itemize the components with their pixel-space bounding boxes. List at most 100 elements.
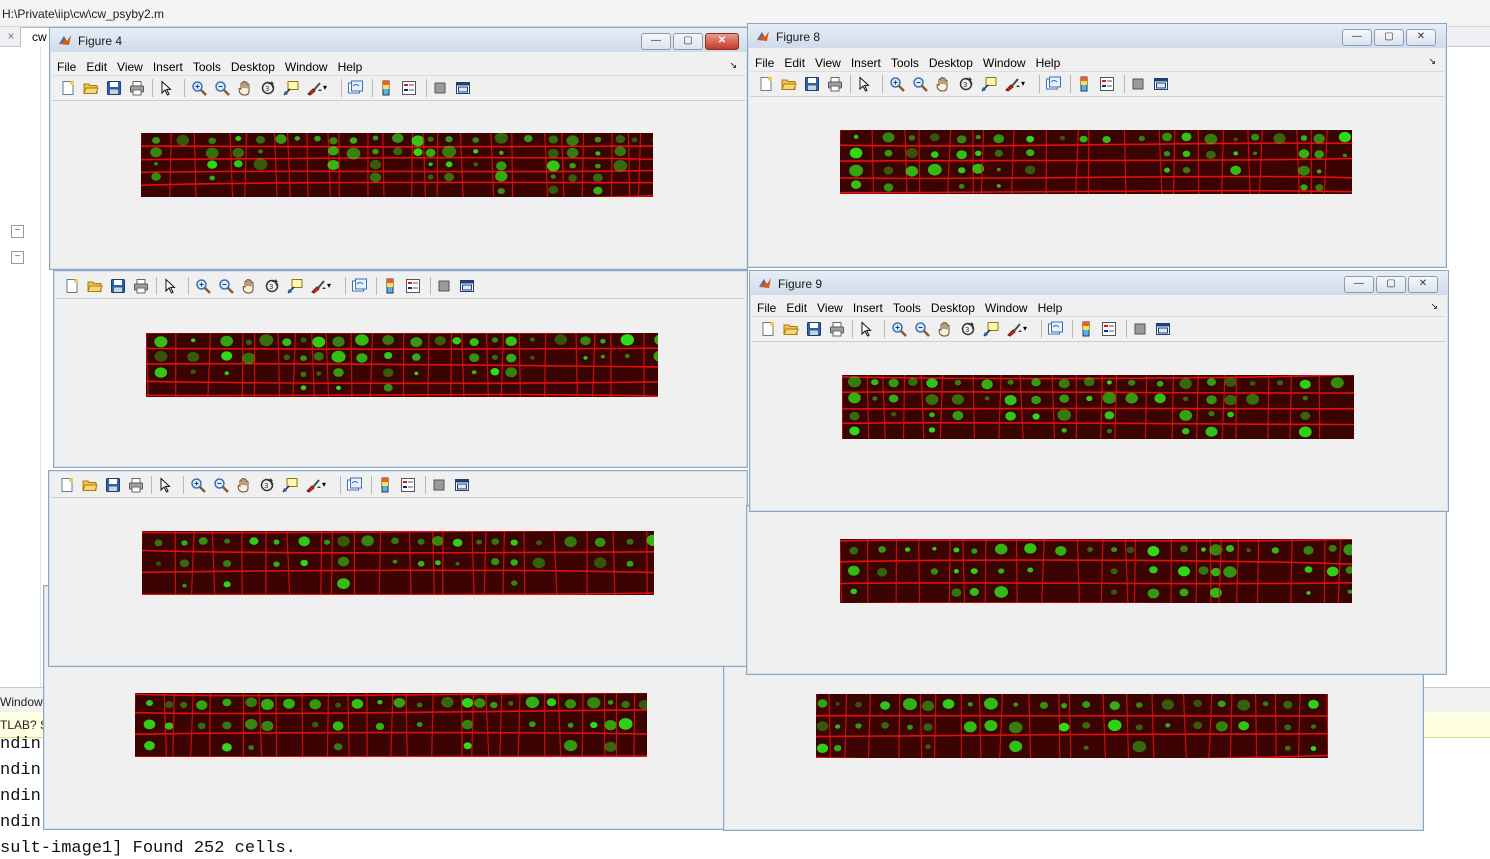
legend-icon[interactable] xyxy=(400,477,416,493)
menu-window[interactable]: Window xyxy=(978,53,1031,70)
colorbar-icon[interactable] xyxy=(377,477,393,493)
brush-icon[interactable] xyxy=(1004,76,1020,92)
zoom-out-icon[interactable] xyxy=(914,321,930,337)
link-plot-icon[interactable] xyxy=(351,278,367,294)
select-arrow-icon[interactable] xyxy=(858,321,874,337)
hide-plot-tools-icon[interactable] xyxy=(1130,76,1146,92)
menu-window[interactable]: Window xyxy=(280,57,333,74)
zoom-out-icon[interactable] xyxy=(213,477,229,493)
colorbar-icon[interactable] xyxy=(1076,76,1092,92)
save-icon[interactable] xyxy=(806,321,822,337)
data-cursor-icon[interactable] xyxy=(981,76,997,92)
save-icon[interactable] xyxy=(106,80,122,96)
menu-help[interactable]: Help xyxy=(1031,53,1066,70)
open-file-icon[interactable] xyxy=(82,477,98,493)
link-plot-icon[interactable] xyxy=(1045,76,1061,92)
menu-insert[interactable]: Insert xyxy=(846,53,886,70)
print-icon[interactable] xyxy=(829,321,845,337)
menu-desktop[interactable]: Desktop xyxy=(226,57,280,74)
close-button[interactable]: ✕ xyxy=(1408,276,1438,293)
open-file-icon[interactable] xyxy=(83,80,99,96)
menu-file[interactable]: File xyxy=(52,57,81,74)
close-button[interactable]: ✕ xyxy=(705,33,739,50)
figure-window-figure-4[interactable]: Figure 4 — ▢ ✕ File Edit View Insert Tools De… xyxy=(49,27,748,270)
hide-plot-tools-icon[interactable] xyxy=(436,278,452,294)
print-icon[interactable] xyxy=(128,477,144,493)
new-figure-icon[interactable] xyxy=(60,80,76,96)
figure-window-figure-8[interactable]: Figure 8 — ▢ ✕ File Edit View Insert Tools De… xyxy=(747,23,1447,268)
rotate-3d-icon[interactable]: 3 xyxy=(259,477,275,493)
code-fold-icon[interactable]: − xyxy=(11,225,24,238)
menu-dock-arrow-icon[interactable]: ↘ xyxy=(1430,301,1438,312)
print-icon[interactable] xyxy=(827,76,843,92)
zoom-out-icon[interactable] xyxy=(912,76,928,92)
brush-icon[interactable] xyxy=(1006,321,1022,337)
close-button[interactable]: ✕ xyxy=(1406,29,1436,46)
pan-hand-icon[interactable] xyxy=(237,80,253,96)
print-icon[interactable] xyxy=(129,80,145,96)
show-plot-tools-icon[interactable] xyxy=(1155,321,1171,337)
print-icon[interactable] xyxy=(133,278,149,294)
pan-hand-icon[interactable] xyxy=(241,278,257,294)
figure-titlebar[interactable]: Figure 9 — ▢ ✕ xyxy=(750,271,1448,295)
brush-dropdown-icon[interactable]: ▾ xyxy=(327,278,333,294)
legend-icon[interactable] xyxy=(1099,76,1115,92)
show-plot-tools-icon[interactable] xyxy=(459,278,475,294)
menu-desktop[interactable]: Desktop xyxy=(926,298,980,315)
tab-close-icon[interactable]: × xyxy=(4,29,18,43)
menu-insert[interactable]: Insert xyxy=(148,57,188,74)
pan-hand-icon[interactable] xyxy=(236,477,252,493)
menu-desktop[interactable]: Desktop xyxy=(924,53,978,70)
figure-window-left-3[interactable]: 3 ▾ xyxy=(48,470,748,667)
menu-tools[interactable]: Tools xyxy=(888,298,926,315)
menu-edit[interactable]: Edit xyxy=(81,57,112,74)
zoom-in-icon[interactable] xyxy=(190,477,206,493)
figure-titlebar[interactable]: Figure 4 — ▢ ✕ xyxy=(50,28,747,52)
zoom-in-icon[interactable] xyxy=(891,321,907,337)
brush-dropdown-icon[interactable]: ▾ xyxy=(1021,76,1027,92)
menu-edit[interactable]: Edit xyxy=(779,53,810,70)
figure-window-right-3[interactable] xyxy=(746,505,1447,675)
brush-icon[interactable] xyxy=(310,278,326,294)
zoom-out-icon[interactable] xyxy=(218,278,234,294)
save-icon[interactable] xyxy=(110,278,126,294)
brush-icon[interactable] xyxy=(306,80,322,96)
menu-edit[interactable]: Edit xyxy=(781,298,812,315)
hide-plot-tools-icon[interactable] xyxy=(432,80,448,96)
new-figure-icon[interactable] xyxy=(758,76,774,92)
menu-help[interactable]: Help xyxy=(333,57,368,74)
data-cursor-icon[interactable] xyxy=(983,321,999,337)
rotate-3d-icon[interactable]: 3 xyxy=(960,321,976,337)
minimize-button[interactable]: — xyxy=(1342,29,1372,46)
save-icon[interactable] xyxy=(804,76,820,92)
select-arrow-icon[interactable] xyxy=(158,80,174,96)
rotate-3d-icon[interactable]: 3 xyxy=(958,76,974,92)
rotate-3d-icon[interactable]: 3 xyxy=(260,80,276,96)
rotate-3d-icon[interactable]: 3 xyxy=(264,278,280,294)
menu-window[interactable]: Window xyxy=(980,298,1033,315)
figure-titlebar[interactable]: Figure 8 — ▢ ✕ xyxy=(748,24,1446,48)
menu-insert[interactable]: Insert xyxy=(848,298,888,315)
save-icon[interactable] xyxy=(105,477,121,493)
zoom-in-icon[interactable] xyxy=(195,278,211,294)
brush-icon[interactable] xyxy=(305,477,321,493)
brush-dropdown-icon[interactable]: ▾ xyxy=(1023,321,1029,337)
menu-view[interactable]: View xyxy=(112,57,148,74)
maximize-button[interactable]: ▢ xyxy=(1376,276,1406,293)
pan-hand-icon[interactable] xyxy=(937,321,953,337)
maximize-button[interactable]: ▢ xyxy=(1374,29,1404,46)
menu-view[interactable]: View xyxy=(812,298,848,315)
open-file-icon[interactable] xyxy=(783,321,799,337)
new-figure-icon[interactable] xyxy=(59,477,75,493)
show-plot-tools-icon[interactable] xyxy=(454,477,470,493)
code-fold-icon[interactable]: − xyxy=(11,251,24,264)
open-file-icon[interactable] xyxy=(781,76,797,92)
zoom-in-icon[interactable] xyxy=(191,80,207,96)
figure-window-left-2[interactable]: 3 ▾ xyxy=(53,270,748,468)
minimize-button[interactable]: — xyxy=(1344,276,1374,293)
menu-tools[interactable]: Tools xyxy=(886,53,924,70)
zoom-in-icon[interactable] xyxy=(889,76,905,92)
hide-plot-tools-icon[interactable] xyxy=(431,477,447,493)
figure-window-figure-9[interactable]: Figure 9 — ▢ ✕ File Edit View Insert Tools De… xyxy=(749,270,1449,512)
new-figure-icon[interactable] xyxy=(760,321,776,337)
